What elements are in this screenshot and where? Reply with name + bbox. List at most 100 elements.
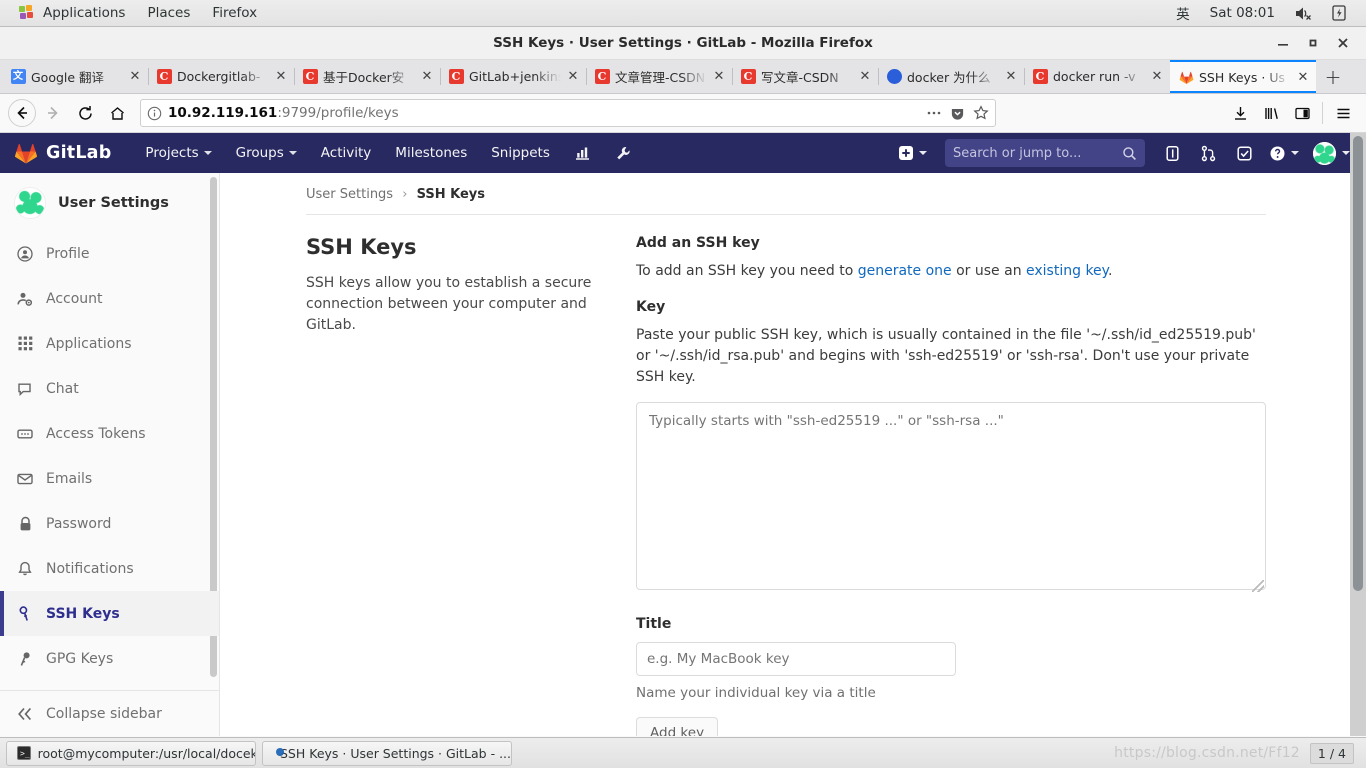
clock[interactable]: Sat 08:01 — [1200, 2, 1285, 24]
analytics-icon[interactable] — [562, 133, 603, 173]
url-bar[interactable]: 10.92.119.161:9799/profile/keys — [140, 99, 996, 127]
ellipsis-icon[interactable] — [926, 110, 942, 116]
sidebar-item-profile[interactable]: Profile — [0, 231, 219, 276]
sidebar-item-emails[interactable]: Emails — [0, 456, 219, 501]
chevron-down-icon — [1291, 151, 1299, 155]
page-title: SSH Keys — [306, 235, 417, 259]
tab-label: 文章管理-CSDN — [615, 70, 706, 85]
tab-close-icon[interactable]: ✕ — [858, 69, 872, 84]
tab-close-icon[interactable]: ✕ — [1150, 69, 1164, 84]
url-text[interactable]: 10.92.119.161:9799/profile/keys — [168, 105, 920, 121]
collapse-sidebar-button[interactable]: Collapse sidebar — [0, 690, 219, 736]
tab-close-icon[interactable]: ✕ — [274, 69, 288, 84]
tab-close-icon[interactable]: ✕ — [712, 69, 726, 84]
nav-milestones[interactable]: Milestones — [383, 133, 479, 173]
hamburger-menu-icon[interactable] — [1328, 98, 1358, 128]
tab-label: GitLab+jenkins — [469, 69, 561, 84]
breadcrumb-root[interactable]: User Settings — [306, 187, 393, 202]
browser-tab-1[interactable]: C Dockergitlab- ✕ — [148, 60, 294, 93]
todos-checkbox-icon[interactable] — [1227, 133, 1261, 173]
star-icon[interactable] — [973, 105, 989, 121]
sidebar-item-access-tokens[interactable]: Access Tokens — [0, 411, 219, 456]
sidebar-item-gpg-keys[interactable]: GPG Keys — [0, 636, 219, 681]
maximize-icon[interactable] — [1298, 30, 1328, 56]
desktop-taskbar: >_ root@mycomputer:/usr/local/docek... S… — [0, 737, 1366, 768]
double-chevron-left-icon — [16, 707, 34, 721]
add-key-button[interactable]: Add key — [636, 717, 719, 736]
browser-tab-2[interactable]: C 基于Docker安 ✕ — [294, 60, 440, 93]
tab-close-icon[interactable]: ✕ — [420, 69, 434, 84]
merge-request-icon[interactable] — [1191, 133, 1225, 173]
help-menu[interactable] — [1263, 133, 1305, 173]
sidebar-item-chat[interactable]: Chat — [0, 366, 219, 411]
nav-groups[interactable]: Groups — [224, 133, 309, 173]
new-tab-button[interactable]: + — [1316, 60, 1350, 93]
browser-tab-5[interactable]: C 写文章-CSDN ✕ — [732, 60, 878, 93]
taskbar-item-terminal[interactable]: >_ root@mycomputer:/usr/local/docek... — [6, 740, 256, 766]
new-menu-button[interactable] — [890, 133, 935, 173]
battery-charging-icon[interactable] — [1322, 2, 1356, 24]
existing-key-link[interactable]: existing key — [1026, 263, 1108, 279]
account-icon — [16, 291, 34, 307]
taskbar-item-firefox[interactable]: SSH Keys · User Settings · GitLab - ... — [262, 740, 512, 766]
sidebar-icon[interactable] — [1287, 98, 1317, 128]
form-lead: To add an SSH key you need to generate o… — [636, 263, 1266, 279]
key-field-label: Key — [636, 299, 666, 315]
menu-firefox[interactable]: Firefox — [201, 2, 268, 24]
search-placeholder: Search or jump to... — [953, 145, 1082, 161]
generate-one-link[interactable]: generate one — [858, 263, 952, 279]
sidebar-item-label: Password — [46, 515, 112, 532]
nav-snippets[interactable]: Snippets — [479, 133, 562, 173]
tab-close-icon[interactable]: ✕ — [128, 69, 142, 84]
search-icon[interactable] — [1122, 146, 1137, 161]
sidebar-item-ssh-keys[interactable]: SSH Keys — [0, 591, 219, 636]
browser-tab-3[interactable]: C GitLab+jenkins ✕ — [440, 60, 586, 93]
textarea-resize-grip[interactable] — [1252, 580, 1264, 592]
gitlab-logo[interactable]: GitLab — [14, 141, 111, 165]
help-question-icon — [1270, 146, 1285, 160]
pocket-icon[interactable] — [950, 106, 965, 121]
download-icon[interactable] — [1225, 98, 1255, 128]
access-token-icon — [16, 426, 34, 442]
applications-grid-icon — [16, 336, 34, 351]
library-icon[interactable] — [1256, 98, 1286, 128]
back-arrow-icon[interactable] — [8, 99, 36, 127]
reload-icon[interactable] — [70, 98, 100, 128]
user-menu[interactable] — [1307, 133, 1356, 173]
sidebar-header: User Settings — [0, 173, 219, 231]
browser-tab-0[interactable]: 文 Google 翻译 ✕ — [2, 60, 148, 93]
ssh-key-title-input[interactable] — [636, 642, 956, 676]
sidebar-item-password[interactable]: Password — [0, 501, 219, 546]
sidebar-item-applications[interactable]: Applications — [0, 321, 219, 366]
sidebar-item-label: Profile — [46, 245, 90, 262]
toolbar-divider — [1322, 102, 1323, 124]
menu-places[interactable]: Places — [136, 2, 201, 24]
workspace-pager[interactable]: 1 / 4 — [1309, 742, 1354, 764]
forward-arrow-icon[interactable] — [38, 98, 68, 128]
gitlab-brand-label: GitLab — [46, 143, 112, 163]
sidebar-item-notifications[interactable]: Notifications — [0, 546, 219, 591]
ssh-key-textarea[interactable] — [636, 402, 1266, 590]
minimize-icon[interactable] — [1268, 30, 1298, 56]
page-info-icon[interactable] — [147, 106, 162, 121]
nav-activity[interactable]: Activity — [309, 133, 384, 173]
tab-close-icon[interactable]: ✕ — [1296, 70, 1310, 85]
input-method-indicator[interactable]: 英 — [1166, 0, 1200, 26]
home-icon[interactable] — [102, 98, 132, 128]
issues-icon[interactable] — [1155, 133, 1189, 173]
tab-close-icon[interactable]: ✕ — [1004, 69, 1018, 84]
browser-tab-7[interactable]: C docker run -v ✕ — [1024, 60, 1170, 93]
search-input[interactable]: Search or jump to... — [945, 139, 1145, 167]
browser-tab-8-active[interactable]: SSH Keys · Us ✕ — [1170, 60, 1316, 93]
browser-tab-6[interactable]: docker 为什么 ✕ — [878, 60, 1024, 93]
nav-projects[interactable]: Projects — [133, 133, 223, 173]
sidebar-item-account[interactable]: Account — [0, 276, 219, 321]
menu-applications[interactable]: Applications — [8, 2, 136, 24]
close-icon[interactable] — [1328, 30, 1358, 56]
tab-close-icon[interactable]: ✕ — [566, 69, 580, 84]
collapse-sidebar-label: Collapse sidebar — [46, 705, 162, 722]
browser-tab-4[interactable]: C 文章管理-CSDN ✕ — [586, 60, 732, 93]
volume-muted-icon[interactable] — [1285, 3, 1322, 24]
nav-groups-label: Groups — [235, 145, 284, 161]
wrench-icon[interactable] — [603, 133, 644, 173]
